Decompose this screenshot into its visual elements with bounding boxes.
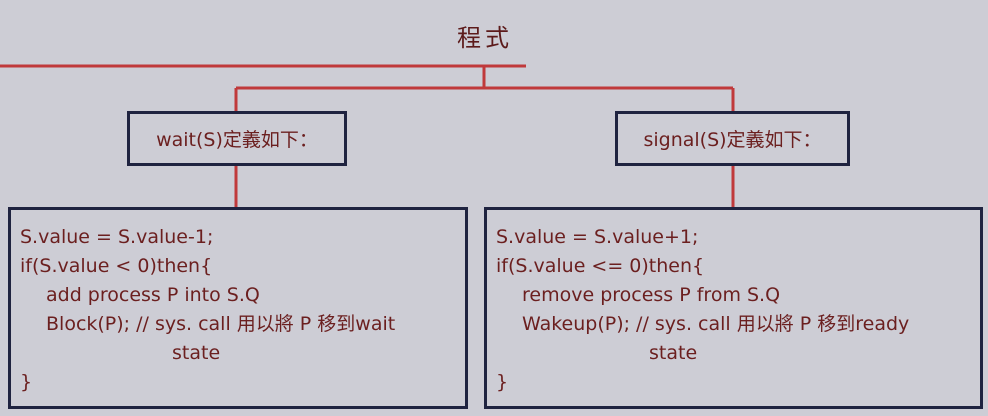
- signal-label: signal(S)定義如下：: [643, 129, 822, 151]
- code-line: if(S.value < 0)then{: [20, 255, 213, 277]
- diagram-title: 程式: [457, 24, 513, 52]
- code-line: if(S.value <= 0)then{: [496, 255, 705, 277]
- code-line: Wakeup(P); // sys. call 用以將 P 移到ready: [522, 313, 910, 335]
- signal-label-box: signal(S)定義如下：: [615, 111, 850, 166]
- code-line: remove process P from S.Q: [522, 284, 781, 306]
- code-line: }: [496, 371, 509, 393]
- code-line: S.value = S.value-1;: [20, 226, 214, 248]
- wait-label-box: wait(S)定義如下：: [127, 111, 347, 166]
- code-line: add process P into S.Q: [46, 284, 260, 306]
- code-line: state: [649, 342, 698, 364]
- code-line: state: [172, 342, 221, 364]
- signal-code-box: S.value = S.value+1; if(S.value <= 0)the…: [484, 207, 983, 409]
- wait-code-box: S.value = S.value-1; if(S.value < 0)then…: [8, 207, 468, 409]
- code-line: Block(P); // sys. call 用以將 P 移到wait: [46, 313, 396, 335]
- code-line: }: [20, 371, 33, 393]
- code-line: S.value = S.value+1;: [496, 226, 699, 248]
- wait-label: wait(S)定義如下：: [156, 129, 318, 151]
